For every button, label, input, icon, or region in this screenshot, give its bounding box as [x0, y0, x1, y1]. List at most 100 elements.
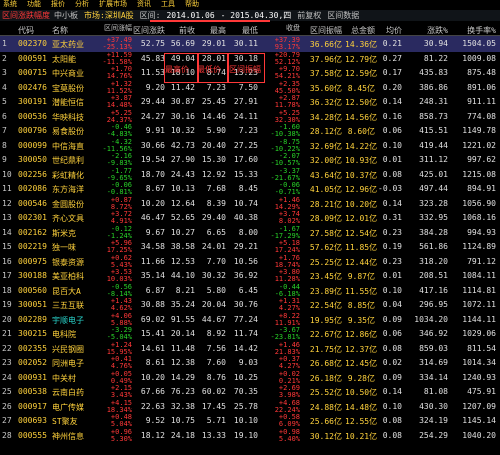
- avg-price: 12.96亿: [345, 185, 378, 194]
- stock-name: 云南白药: [52, 388, 84, 397]
- avg-price: 12.45亿: [345, 359, 378, 368]
- high-price: 27.90: [170, 155, 195, 164]
- change-pct: 0.21: [382, 39, 402, 48]
- low-price: 7.23: [206, 82, 226, 92]
- range-change: +1.43 4.62%: [92, 298, 132, 312]
- total-amount: 28.21亿: [309, 199, 342, 209]
- range-change: +0.96 5.30%: [92, 428, 132, 443]
- column-header[interactable]: 前收: [165, 25, 195, 36]
- high-price: 10.13: [170, 184, 195, 193]
- menu-item[interactable]: 资讯: [134, 0, 158, 9]
- range-amplitude: -1.60 -10.38%: [260, 124, 300, 138]
- prev-close: 19.54: [140, 155, 165, 164]
- total-amount: 26.18亿: [309, 373, 342, 383]
- column-header[interactable]: 均价: [378, 25, 402, 36]
- change-pct: 0.19: [382, 242, 402, 251]
- volume-ratio: 1504.05: [462, 39, 496, 48]
- menu-item[interactable]: 扩展市场: [96, 0, 134, 9]
- prev-close: 14.61: [140, 343, 165, 353]
- stock-name: 独一味: [52, 243, 76, 252]
- volume-ratio: 1084.11: [462, 271, 496, 280]
- close-price: 30.11: [233, 39, 258, 48]
- avg-price: 8.60亿: [347, 127, 375, 136]
- column-header[interactable]: 总金额: [345, 25, 375, 36]
- volume-ratio: 1114.81: [462, 285, 496, 295]
- filter-board[interactable]: 中小板: [54, 10, 78, 21]
- menu-item[interactable]: 报价: [48, 0, 72, 9]
- range-amplitude: +3.80 11.28%: [260, 269, 300, 283]
- column-header[interactable]: 区间涨跌: [132, 25, 165, 36]
- turnover-rate: 318.20: [419, 256, 448, 266]
- menu-item[interactable]: 功能: [24, 0, 48, 9]
- column-header[interactable]: 收盘: [260, 25, 300, 32]
- range-amplitude: +3.74 8.02%: [260, 211, 300, 225]
- filter-start-date[interactable]: 2014.01.06: [166, 11, 214, 20]
- stock-code: 300215: [18, 329, 47, 338]
- close-price: 8.45: [238, 184, 258, 193]
- table-row[interactable]: 28 000555 神州信息 +0.96 5.30% 18.12 24.18 13.33 19.…: [0, 428, 500, 444]
- close-price: 10.10: [233, 416, 258, 425]
- avg-price: 9.87亿: [347, 272, 375, 281]
- range-change: -1.77 -9.65%: [92, 167, 132, 182]
- prev-close: 24.27: [140, 111, 165, 121]
- column-header[interactable]: 代码: [18, 25, 48, 36]
- filter-market[interactable]: 市场:深圳A股: [84, 10, 134, 21]
- filter-adjust[interactable]: 前复权: [297, 10, 321, 21]
- stock-name: 华映科技: [52, 112, 84, 122]
- prev-close: 35.14: [140, 271, 165, 280]
- total-amount: 36.32亿: [309, 98, 342, 107]
- stock-name: 三五互联: [52, 301, 84, 310]
- stock-name: 中信海直: [52, 141, 84, 151]
- menu-item[interactable]: 帮助: [182, 0, 206, 9]
- low-price: 6.65: [206, 227, 226, 237]
- close-price: 19.10: [233, 430, 258, 440]
- column-header[interactable]: 换手率%: [452, 25, 496, 36]
- low-price: 5.80: [206, 285, 226, 295]
- range-amplitude: +1.46 21.83%: [260, 341, 300, 356]
- column-header[interactable]: 最高: [196, 25, 226, 36]
- volume-ratio: 875.48: [467, 68, 496, 77]
- turnover-rate: 561.86: [419, 242, 448, 251]
- stock-code: 300051: [18, 300, 47, 309]
- range-change: -0.12 -1.24%: [92, 225, 132, 240]
- menu-item[interactable]: 分析: [72, 0, 96, 9]
- range-change: +3.87 14.48%: [92, 95, 132, 109]
- prev-close: 22.63: [140, 401, 165, 411]
- low-price: 15.30: [201, 155, 226, 164]
- prev-close: 45.83: [140, 53, 165, 63]
- filter-range-data[interactable]: 区间数据: [327, 10, 359, 21]
- volume-ratio: 1144.11: [462, 314, 496, 324]
- stock-name: 彩虹精化: [52, 170, 84, 180]
- low-price: 29.40: [201, 213, 226, 222]
- change-pct: -0.03: [378, 184, 403, 193]
- column-header[interactable]: 名称: [52, 25, 92, 36]
- high-price: 44.10: [170, 271, 195, 280]
- column-header[interactable]: 最低: [228, 25, 258, 36]
- change-pct: 0.20: [382, 82, 402, 92]
- stock-name: 亚太药业: [52, 40, 84, 49]
- range-change: -3.29 -5.04%: [92, 327, 132, 341]
- volume-ratio: 891.06: [467, 82, 496, 92]
- stock-name: 中兴商业: [52, 69, 84, 78]
- column-header[interactable]: 区间涨幅: [92, 25, 132, 32]
- total-amount: 30.12亿: [309, 431, 342, 441]
- menu-item[interactable]: 系统: [0, 0, 24, 9]
- range-change: +3.53 10.03%: [92, 269, 132, 283]
- menu-item[interactable]: 工具: [158, 0, 182, 9]
- volume-ratio: 1207.09: [462, 401, 496, 411]
- change-pct: 0.06: [382, 126, 402, 135]
- range-amplitude: +4.68 22.24%: [260, 399, 300, 414]
- stock-name: 电广传媒: [52, 402, 84, 412]
- row-index: 6: [2, 111, 7, 121]
- row-index: 18: [2, 285, 12, 295]
- stock-code: 000591: [18, 53, 47, 63]
- stock-code: 000975: [18, 256, 47, 266]
- turnover-rate: 435.83: [419, 68, 448, 77]
- column-header[interactable]: 区间振幅: [300, 25, 342, 36]
- row-index: 22: [2, 343, 12, 353]
- turnover-rate: 81.22: [423, 53, 448, 63]
- row-index: 24: [2, 372, 12, 382]
- high-price: 10.27: [170, 227, 195, 237]
- avg-price: 12.59亿: [345, 69, 378, 78]
- column-header[interactable]: 涨跌%: [404, 25, 448, 36]
